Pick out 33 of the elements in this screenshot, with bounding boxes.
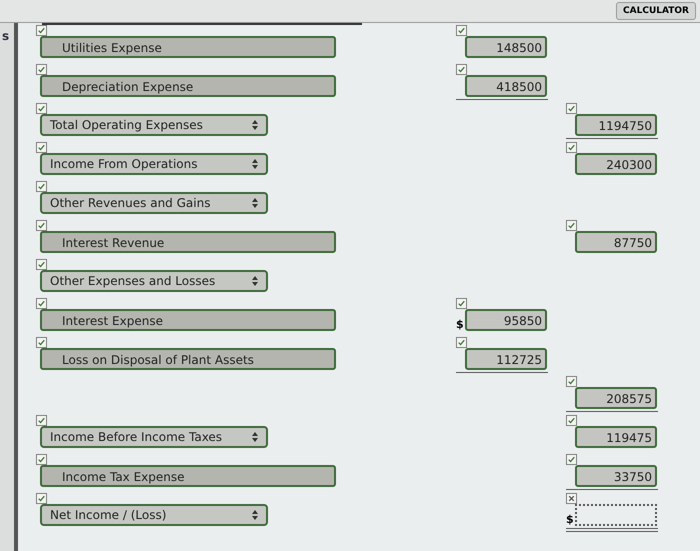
updown-icon (252, 510, 258, 520)
updown-icon (252, 120, 258, 130)
updown-icon (252, 159, 258, 169)
account-field[interactable]: Income Tax Expense (40, 465, 336, 487)
dollar-sign: $ (566, 513, 575, 526)
account-dropdown[interactable]: Income Before Income Taxes (40, 426, 268, 448)
account-dropdown[interactable]: Income From Operations (40, 153, 268, 175)
amount-field[interactable]: 95850 (465, 309, 547, 331)
amount-field[interactable]: 208575 (575, 387, 657, 409)
account-field[interactable]: Interest Revenue (40, 231, 336, 253)
updown-icon (252, 276, 258, 286)
amount-field[interactable]: 87750 (575, 231, 657, 253)
updown-icon (252, 198, 258, 208)
account-field[interactable]: Utilities Expense (40, 36, 336, 58)
amount-field[interactable]: 112725 (465, 348, 547, 370)
section-letter: s (2, 29, 10, 43)
account-field[interactable]: Loss on Disposal of Plant Assets (40, 348, 336, 370)
account-dropdown[interactable]: Net Income / (Loss) (40, 504, 268, 526)
account-dropdown[interactable]: Total Operating Expenses (40, 114, 268, 136)
amount-field[interactable]: 148500 (465, 36, 547, 58)
dollar-sign: $ (456, 318, 465, 331)
account-field[interactable]: Depreciation Expense (40, 75, 336, 97)
amount-field[interactable]: 418500 (465, 75, 547, 97)
updown-icon (252, 432, 258, 442)
account-field[interactable]: Interest Expense (40, 309, 336, 331)
amount-field[interactable]: 119475 (575, 426, 657, 448)
account-dropdown[interactable]: Other Expenses and Losses (40, 270, 268, 292)
account-dropdown[interactable]: Other Revenues and Gains (40, 192, 268, 214)
calculator-button[interactable]: CALCULATOR (616, 2, 696, 20)
amount-field[interactable]: 33750 (575, 465, 657, 487)
amount-field[interactable]: 1194750 (575, 114, 657, 136)
amount-field[interactable]: 240300 (575, 153, 657, 175)
amount-field[interactable] (575, 504, 657, 526)
